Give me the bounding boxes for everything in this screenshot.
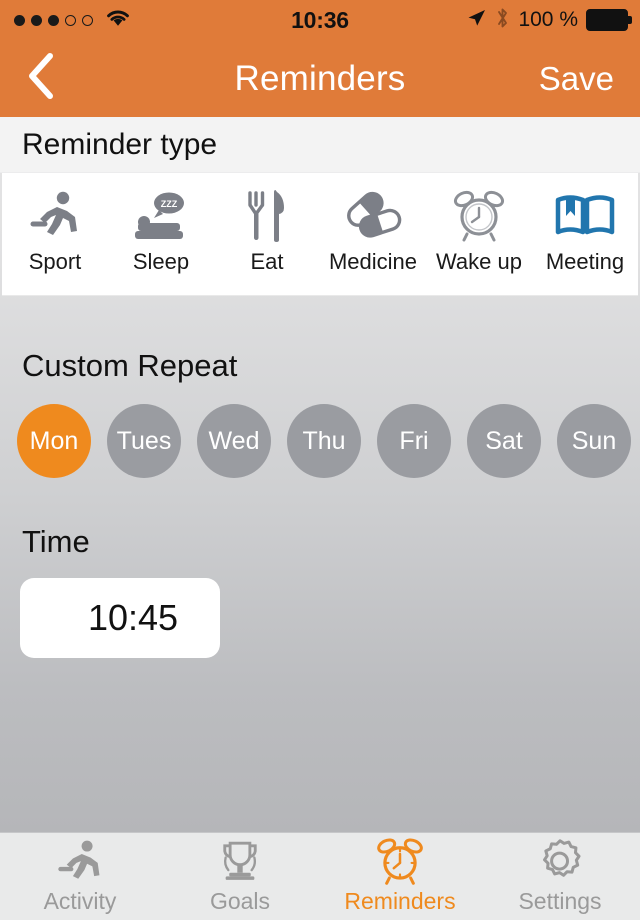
day-label: Fri <box>399 426 429 455</box>
tab-goals[interactable]: Goals <box>160 833 320 920</box>
battery-percent-label: 100 % <box>518 8 578 31</box>
battery-full-icon <box>586 9 632 31</box>
day-toggle-tues[interactable]: Tues <box>107 404 181 478</box>
custom-repeat-days: Mon Tues Wed Thu Fri Sat Sun <box>0 404 640 478</box>
status-bar-right: 100 % <box>465 0 632 40</box>
gear-icon <box>535 838 585 886</box>
reminder-type-label: Medicine <box>328 249 418 274</box>
day-toggle-wed[interactable]: Wed <box>197 404 271 478</box>
tab-reminders[interactable]: Reminders <box>320 833 480 920</box>
day-toggle-sun[interactable]: Sun <box>557 404 631 478</box>
reminder-type-wake-up[interactable]: Wake up <box>426 173 532 295</box>
tab-label: Reminders <box>344 888 456 914</box>
time-title: Time <box>22 524 90 559</box>
alarm-clock-icon <box>374 838 426 886</box>
bluetooth-icon <box>495 6 510 35</box>
day-toggle-fri[interactable]: Fri <box>377 404 451 478</box>
day-label: Sun <box>571 426 617 455</box>
time-value: 10:45 <box>87 597 179 638</box>
day-toggle-thu[interactable]: Thu <box>287 404 361 478</box>
reminder-type-label: Meeting <box>545 249 625 274</box>
time-input[interactable]: 10:45 <box>20 578 220 658</box>
tab-settings[interactable]: Settings <box>480 833 640 920</box>
day-toggle-sat[interactable]: Sat <box>467 404 541 478</box>
reminder-type-row: Sport ZZZ Sleep Eat Medicine Wake up Mee… <box>2 173 638 296</box>
day-label: Sat <box>485 426 523 455</box>
svg-text:ZZZ: ZZZ <box>161 199 178 209</box>
navigation-bar: Reminders Save <box>0 40 640 117</box>
day-label: Thu <box>302 426 346 455</box>
reminder-type-sleep[interactable]: ZZZ Sleep <box>108 173 214 295</box>
day-toggle-mon[interactable]: Mon <box>17 404 91 478</box>
tab-activity[interactable]: Activity <box>0 833 160 920</box>
alarm-clock-icon <box>451 187 507 245</box>
reminder-type-eat[interactable]: Eat <box>214 173 320 295</box>
day-label: Wed <box>208 426 260 455</box>
reminder-type-medicine[interactable]: Medicine <box>320 173 426 295</box>
running-person-icon <box>27 187 83 245</box>
reminder-type-meeting[interactable]: Meeting <box>532 173 638 295</box>
running-person-icon <box>55 838 105 886</box>
open-book-icon <box>554 187 616 245</box>
save-button[interactable]: Save <box>539 60 614 98</box>
day-label: Tues <box>116 426 172 455</box>
reminder-type-label: Sleep <box>132 249 190 274</box>
day-label: Mon <box>29 426 79 455</box>
tab-label: Goals <box>209 888 271 914</box>
trophy-icon <box>214 838 266 886</box>
reminder-type-header: Reminder type <box>0 117 640 173</box>
bed-zzz-icon: ZZZ <box>129 187 193 245</box>
reminder-type-label: Sport <box>28 249 82 274</box>
reminder-type-sport[interactable]: Sport <box>2 173 108 295</box>
tab-label: Settings <box>518 888 602 914</box>
reminder-type-label: Eat <box>250 249 284 274</box>
tab-label: Activity <box>43 888 117 914</box>
reminder-type-label: Wake up <box>435 249 522 274</box>
fork-knife-icon <box>245 187 289 245</box>
custom-repeat-title: Custom Repeat <box>22 348 238 383</box>
status-bar: 10:36 100 % <box>0 0 640 40</box>
app-screen: 10:36 100 % Reminders Save Reminder type… <box>0 0 640 920</box>
main-content: Reminder type Sport ZZZ Sleep Eat Medici… <box>0 117 640 832</box>
pills-icon <box>341 187 405 245</box>
bottom-tab-bar: Activity Goals Reminders Settings <box>0 832 640 920</box>
location-arrow-icon <box>465 7 487 34</box>
